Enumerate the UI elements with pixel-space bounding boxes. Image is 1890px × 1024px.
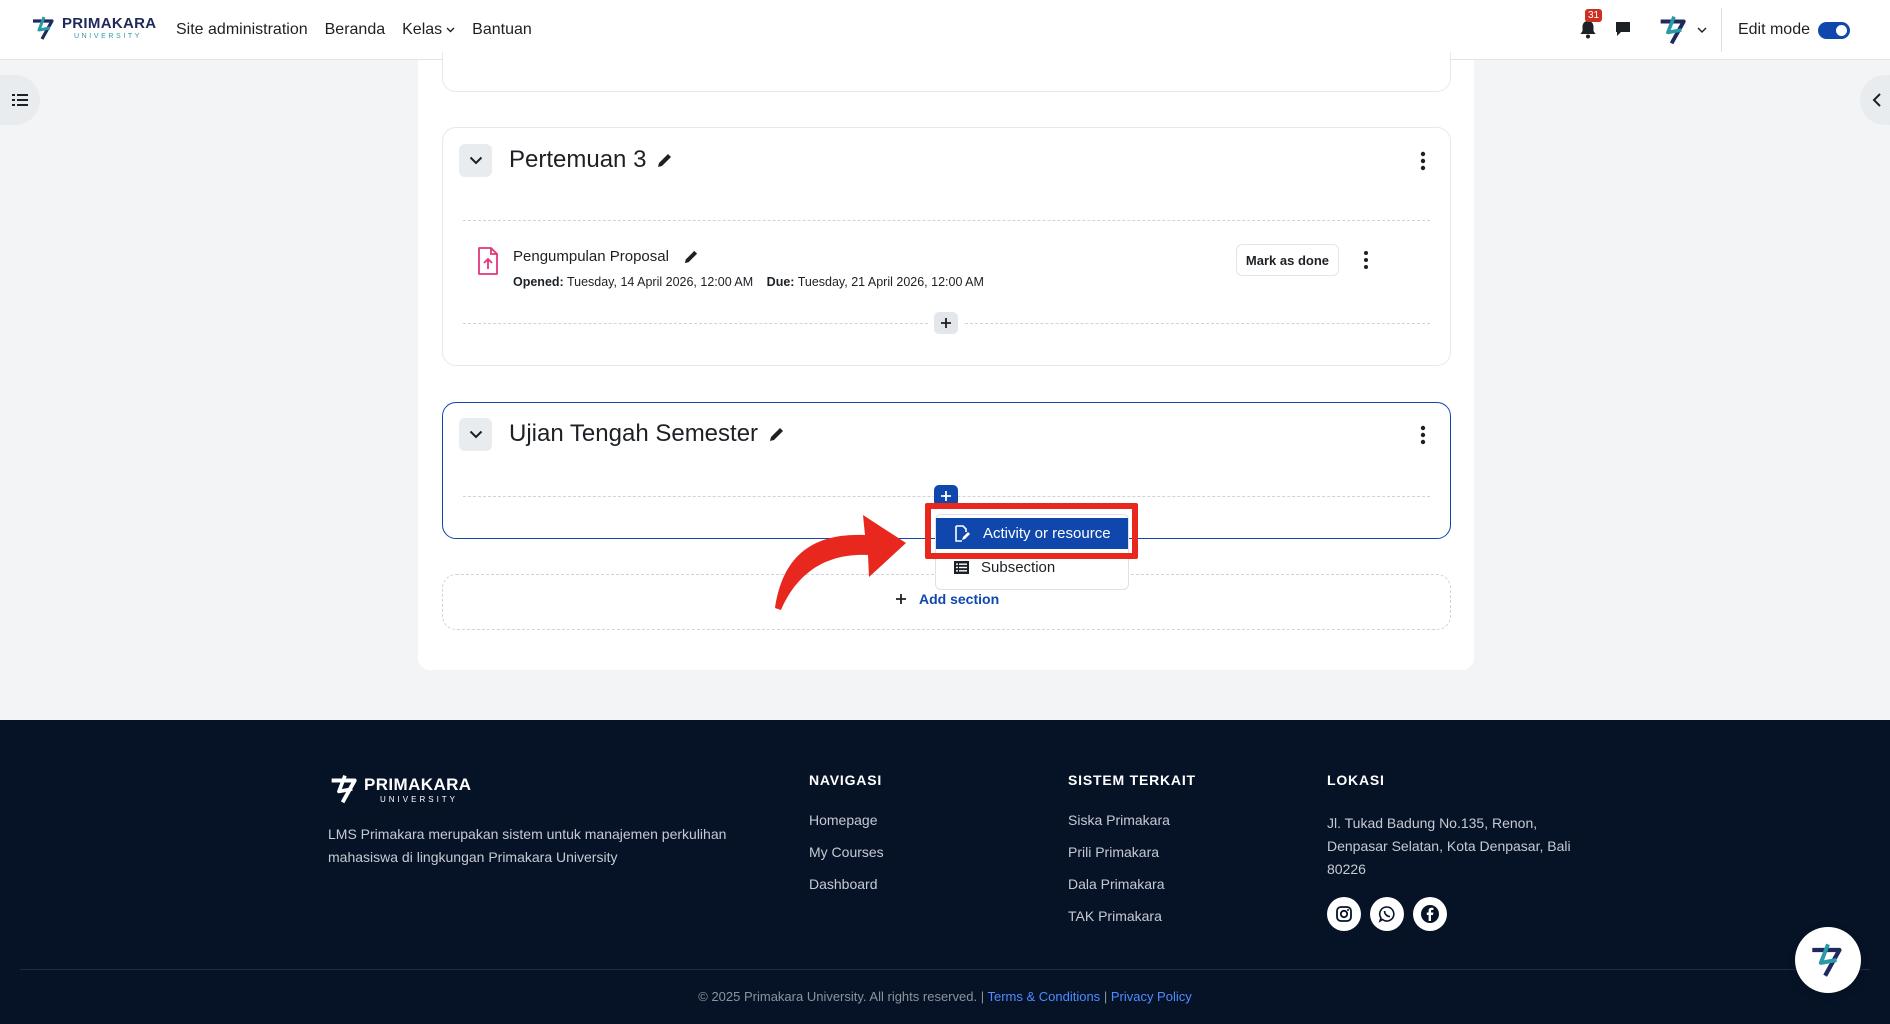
footer-link-my-courses[interactable]: My Courses [809, 844, 884, 860]
footer-column-heading: SISTEM TERKAIT [1068, 772, 1196, 788]
notification-badge: 31 [1584, 9, 1603, 22]
user-menu[interactable] [1657, 13, 1707, 47]
add-section-label: Add section [919, 591, 1000, 607]
footer-link-homepage[interactable]: Homepage [809, 812, 884, 828]
footer-column-sistem-terkait: SISTEM TERKAIT Siska Primakara Prili Pri… [1068, 772, 1196, 940]
footer-brand-name: PRIMAKARA [364, 774, 472, 794]
section-title-text: Pertemuan 3 [509, 146, 647, 173]
pencil-icon[interactable] [656, 152, 673, 169]
due-label: Due: [766, 275, 795, 289]
section-collapse-button[interactable] [459, 418, 492, 451]
edit-mode-label: Edit mode [1737, 21, 1810, 38]
chevron-down-icon [1697, 27, 1707, 33]
assignment-upload-icon [478, 247, 498, 275]
nav-kelas[interactable]: Kelas [402, 21, 455, 39]
social-facebook[interactable] [1413, 897, 1447, 931]
primakara-logo-icon [1812, 943, 1842, 977]
footer-column-navigasi: NAVIGASI Homepage My Courses Dashboard [809, 772, 884, 908]
nav-kelas-label: Kelas [402, 21, 443, 38]
copyright-text: © 2025 Primakara University. All rights … [698, 989, 985, 1004]
pencil-icon[interactable] [683, 249, 699, 265]
pencil-icon[interactable] [768, 426, 785, 443]
plus-icon [941, 318, 951, 328]
footer-column-heading: NAVIGASI [809, 772, 883, 788]
divider-line [463, 220, 1430, 221]
footer-link-tak[interactable]: TAK Primakara [1068, 908, 1196, 924]
chevron-down-icon [446, 27, 455, 33]
brand-logo[interactable]: PRIMAKARA UNIVERSITY [30, 14, 156, 42]
social-links [1327, 897, 1587, 931]
primakara-logo-icon [331, 774, 357, 804]
add-content-button[interactable] [934, 312, 958, 334]
section-actions-kebab-icon[interactable] [1420, 425, 1426, 445]
divider-line [463, 323, 928, 324]
footer-copyright: © 2025 Primakara University. All rights … [0, 989, 1890, 1004]
footer-address: Jl. Tukad Badung No.135, Renon, Denpasar… [1327, 815, 1571, 877]
footer-description: LMS Primakara merupakan sistem untuk man… [328, 826, 727, 865]
site-footer: PRIMAKARA UNIVERSITY LMS Primakara merup… [0, 720, 1890, 1024]
social-whatsapp[interactable] [1370, 897, 1404, 931]
opened-label: Opened: [513, 275, 564, 289]
edit-mode-toggle[interactable] [1818, 21, 1850, 39]
footer-link-dashboard[interactable]: Dashboard [809, 876, 884, 892]
previous-section-bottom [442, 52, 1451, 92]
instagram-icon [1336, 906, 1352, 922]
section-collapse-button[interactable] [459, 144, 492, 177]
highlight-box [925, 503, 1138, 559]
nav-beranda[interactable]: Beranda [325, 21, 386, 39]
chevron-left-icon [1872, 93, 1881, 107]
terms-link[interactable]: Terms & Conditions [987, 989, 1100, 1004]
social-instagram[interactable] [1327, 897, 1361, 931]
footer-link-siska[interactable]: Siska Primakara [1068, 812, 1196, 828]
mark-as-done-button[interactable]: Mark as done [1235, 244, 1339, 276]
section-title: Pertemuan 3 [509, 146, 673, 174]
chat-assistant-button[interactable] [1795, 927, 1861, 993]
chevron-down-icon [469, 430, 482, 439]
footer-logo: PRIMAKARA UNIVERSITY [328, 772, 471, 806]
footer-brand-sub: UNIVERSITY [380, 794, 459, 804]
block-drawer-toggle[interactable] [1860, 75, 1890, 125]
whatsapp-icon [1378, 906, 1395, 923]
top-navbar: PRIMAKARA UNIVERSITY Site administration… [0, 0, 1890, 60]
edit-mode-switch[interactable]: Edit mode [1738, 21, 1850, 39]
annotation-arrow-icon [775, 515, 906, 610]
opened-value: Tuesday, 14 April 2026, 12:00 AM [566, 275, 754, 289]
section-title-text: Ujian Tengah Semester [509, 420, 759, 447]
activity-dates: Opened: Tuesday, 14 April 2026, 12:00 AM… [513, 275, 984, 289]
section-actions-kebab-icon[interactable] [1420, 151, 1426, 171]
due-value: Tuesday, 21 April 2026, 12:00 AM [797, 275, 984, 289]
copyright-separator: | [1103, 989, 1108, 1004]
activity-name: Pengumpulan Proposal [513, 248, 669, 265]
activity-link[interactable]: Pengumpulan Proposal [513, 248, 699, 265]
menu-item-label: Subsection [981, 559, 1056, 576]
course-section-pertemuan-3: Pertemuan 3 Pengumpulan Proposal Opened:… [442, 127, 1451, 366]
notifications-button[interactable]: 31 [1577, 9, 1603, 42]
navbar-divider [1720, 8, 1722, 52]
avatar [1660, 15, 1686, 45]
divider-line [965, 323, 1430, 324]
footer-column-heading: LOKASI [1327, 772, 1385, 788]
nav-bantuan[interactable]: Bantuan [472, 21, 532, 39]
chevron-down-icon [469, 156, 482, 165]
course-index-toggle[interactable] [0, 75, 40, 125]
plus-icon [941, 491, 951, 501]
privacy-link[interactable]: Privacy Policy [1111, 989, 1192, 1004]
section-title: Ujian Tengah Semester [509, 420, 785, 448]
footer-link-dala[interactable]: Dala Primakara [1068, 876, 1196, 892]
messages-button[interactable] [1613, 19, 1635, 41]
facebook-icon [1421, 905, 1439, 923]
nav-site-administration[interactable]: Site administration [176, 21, 308, 39]
primakara-logo-icon [33, 16, 54, 40]
activity-item: Pengumpulan Proposal Opened: Tuesday, 14… [475, 244, 1415, 294]
list-icon [12, 94, 28, 106]
brand-name: PRIMAKARA [62, 15, 157, 32]
brand-subtitle: UNIVERSITY [74, 33, 143, 40]
list-icon [954, 561, 969, 574]
footer-column-lokasi: LOKASI Jl. Tukad Badung No.135, Renon, D… [1327, 772, 1587, 931]
footer-link-prili[interactable]: Prili Primakara [1068, 844, 1196, 860]
chat-bubble-icon [1615, 22, 1630, 36]
footer-divider [20, 969, 1870, 970]
activity-actions-kebab-icon[interactable] [1363, 250, 1369, 270]
